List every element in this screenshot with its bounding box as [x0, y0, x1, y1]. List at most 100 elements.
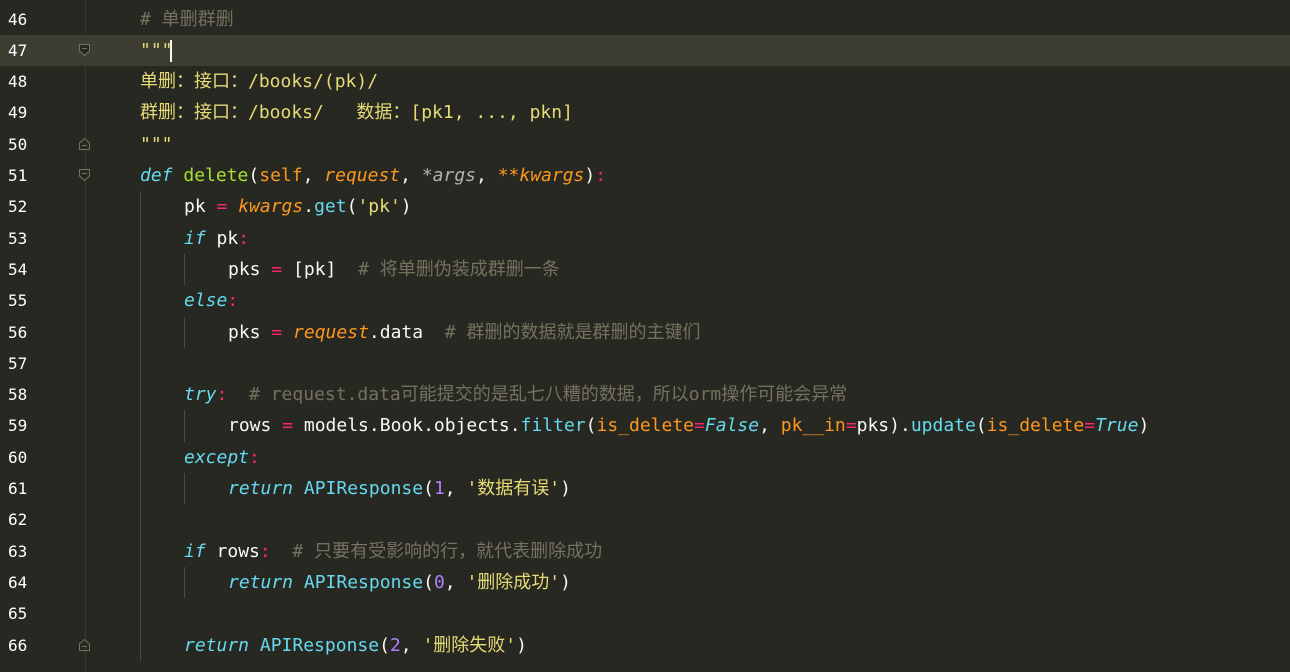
code-line[interactable]: 65 [0, 598, 1290, 629]
token-plain: models.Book.objects. [293, 415, 521, 437]
code-text: def delete(self, request, *args, **kwarg… [140, 160, 606, 191]
code-line[interactable]: 66 return APIResponse(2, '删除失败') [0, 630, 1290, 661]
line-number: 55 [8, 291, 28, 311]
token-plain: , [400, 165, 422, 186]
token-call: update [910, 415, 976, 437]
token-comment: # 只要有受影响的行，就代表删除成功 [292, 540, 603, 562]
token-call: APIResponse [303, 571, 424, 593]
token-doc: """ [140, 39, 173, 61]
token-const: True [1095, 415, 1139, 437]
token-plain: ( [585, 415, 597, 437]
token-kwarg: is_delete [596, 415, 695, 437]
line-number: 54 [8, 259, 28, 279]
token-kw: else [184, 290, 228, 312]
token-op: : [216, 384, 228, 406]
line-number: 49 [8, 103, 28, 123]
code-line[interactable]: 58 try: # request.data可能提交的是乱七八糟的数据，所以orm… [0, 379, 1290, 410]
token-num: 0 [433, 571, 445, 593]
token-doc: 群删：接口：/books/ 数据：[pk1, ..., pkn] [140, 102, 573, 124]
code-line[interactable]: 56 pks = request.data # 群删的数据就是群删的主键们 [0, 317, 1290, 348]
token-op: = [282, 415, 294, 437]
code-line[interactable]: 54 pks = [pk] # 将单删伪装成群删一条 [0, 254, 1290, 285]
token-plain: , [476, 165, 498, 186]
line-number: 53 [8, 228, 28, 248]
token-call: APIResponse [303, 478, 424, 499]
code-line[interactable]: 57 [0, 348, 1290, 379]
token-args: *args [421, 165, 477, 186]
code-line[interactable]: 62 [0, 504, 1290, 535]
token-op: = [845, 415, 857, 437]
token-plain: ( [975, 415, 987, 437]
token-kwarg: is_delete [986, 415, 1085, 437]
code-text: 单删：接口：/books/(pk)/ [140, 66, 378, 97]
code-line[interactable]: 61 return APIResponse(1, '数据有误') [0, 473, 1290, 504]
indent-guide [184, 316, 185, 348]
token-op: = [694, 415, 705, 437]
token-comment: # 将单删伪装成群删一条 [358, 258, 560, 280]
token-op: : [595, 165, 607, 186]
fold-collapse-icon[interactable] [79, 169, 90, 181]
code-text: 群删：接口：/books/ 数据：[pk1, ..., pkn] [140, 97, 573, 128]
token-call: filter [520, 415, 586, 437]
token-kw: def [140, 165, 173, 186]
token-plain: ( [346, 196, 358, 218]
code-line[interactable]: 49 群删：接口：/books/ 数据：[pk1, ..., pkn] [0, 97, 1290, 128]
token-op: : [249, 446, 260, 468]
token-param: request [324, 165, 401, 186]
code-line[interactable]: 59 rows = models.Book.objects.filter(is_d… [0, 410, 1290, 441]
indent-guide [140, 191, 141, 661]
token-op: = [271, 321, 283, 343]
code-line[interactable]: 50 """ [0, 129, 1290, 160]
token-const: False [704, 415, 760, 437]
code-text: else: [184, 285, 238, 316]
token-plain: pks [228, 258, 272, 280]
code-text: return APIResponse(2, '删除失败') [184, 630, 527, 661]
code-text: """ [140, 35, 173, 66]
line-number: 52 [8, 197, 28, 217]
token-plain: rows [228, 415, 283, 437]
line-number: 50 [8, 134, 28, 154]
line-number: 58 [8, 385, 28, 405]
code-line[interactable]: 64 return APIResponse(0, '删除成功') [0, 567, 1290, 598]
token-self: self [259, 165, 303, 186]
code-line[interactable]: 48 单删：接口：/books/(pk)/ [0, 66, 1290, 97]
token-plain: ) [516, 634, 527, 656]
code-line[interactable]: 63 if rows: # 只要有受影响的行，就代表删除成功 [0, 536, 1290, 567]
token-plain: , [759, 415, 781, 437]
line-number: 60 [8, 447, 28, 467]
code-line[interactable]: 52 pk = kwargs.get('pk') [0, 191, 1290, 222]
token-plain: ) [584, 165, 596, 186]
code-line[interactable]: 51 def delete(self, request, *args, **kwa… [0, 160, 1290, 191]
token-plain: [pk] [282, 258, 359, 280]
code-text: return APIResponse(1, '数据有误') [228, 473, 571, 504]
token-comment: # 群删的数据就是群删的主键们 [444, 321, 701, 343]
code-line[interactable]: 53 if pk: [0, 223, 1290, 254]
line-number: 47 [8, 40, 28, 60]
line-number: 65 [8, 604, 28, 624]
fold-end-icon[interactable] [79, 638, 90, 651]
token-plain: pks [228, 321, 272, 343]
code-line[interactable]: 47 """ [0, 34, 1290, 67]
code-editor[interactable]: 46 # 单删群删 47 """ 48 单删：接口：/books/(pk)/ 49 群删：接口… [0, 0, 1290, 672]
fold-end-icon[interactable] [79, 137, 90, 150]
code-line[interactable]: 46 # 单删群删 [0, 4, 1290, 35]
token-plain: , [444, 571, 467, 593]
token-plain: . [303, 196, 315, 218]
code-line[interactable]: 55 else: [0, 285, 1290, 316]
token-kw: return [228, 478, 294, 499]
token-call: get [314, 196, 347, 218]
token-plain: , [444, 478, 467, 499]
token-op: : [238, 227, 250, 249]
code-text: pks = [pk] # 将单删伪装成群删一条 [228, 254, 560, 285]
code-line[interactable]: 60 except: [0, 442, 1290, 473]
fold-collapse-icon[interactable] [79, 43, 90, 56]
token-plain: .data [368, 321, 445, 343]
token-kw: return [184, 634, 250, 656]
line-number: 66 [8, 635, 28, 655]
